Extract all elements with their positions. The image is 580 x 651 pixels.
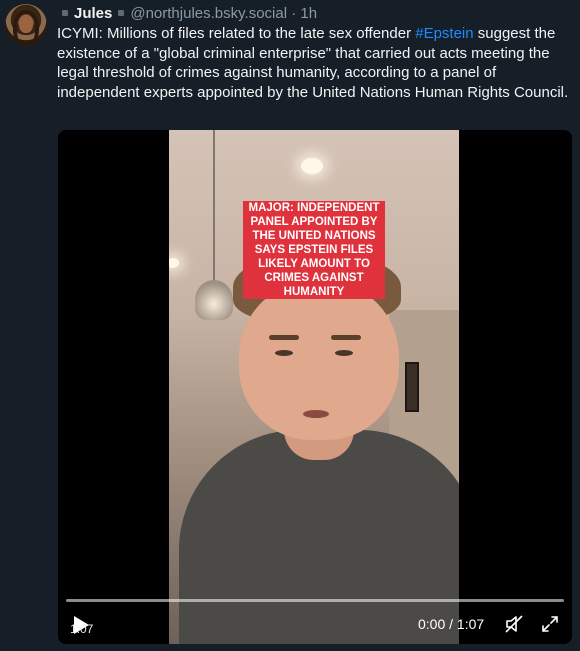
ceiling-light <box>301 158 323 174</box>
person-shirt <box>179 430 459 644</box>
muted-speaker-icon <box>505 615 523 633</box>
video-player[interactable]: MAJOR: INDEPENDENT PANEL APPOINTED BY TH… <box>58 130 572 644</box>
duration-overlay: 1:07 <box>70 622 94 636</box>
video-caption: MAJOR: INDEPENDENT PANEL APPOINTED BY TH… <box>243 201 385 299</box>
wall-picture <box>405 362 419 412</box>
separator: · <box>291 4 297 22</box>
progress-bar[interactable] <box>66 599 564 602</box>
fullscreen-icon <box>542 616 558 632</box>
mouth <box>303 410 329 418</box>
pendant-lamp <box>195 280 233 320</box>
brow <box>269 335 299 340</box>
brow <box>331 335 361 340</box>
post-time: 1h <box>300 4 318 22</box>
avatar-face <box>19 15 33 33</box>
eye <box>275 350 293 356</box>
ceiling-light <box>169 258 179 268</box>
author-name[interactable]: Jules <box>74 5 112 22</box>
mute-button[interactable] <box>504 614 524 634</box>
avatar[interactable] <box>5 4 47 46</box>
fullscreen-button[interactable] <box>540 614 560 634</box>
bullet-icon <box>118 10 125 16</box>
time-display: 0:00 / 1:07 <box>418 616 485 632</box>
author-handle[interactable]: @northjules.bsky.social · 1h <box>130 5 317 22</box>
eye <box>335 350 353 356</box>
bullet-icon <box>62 10 68 16</box>
post-meta: Jules @northjules.bsky.social · 1h <box>62 4 317 22</box>
lamp-cord <box>213 130 215 290</box>
handle-text: @northjules.bsky.social <box>130 4 288 22</box>
post-text: ICYMI: Millions of files related to the … <box>57 24 577 102</box>
hashtag-link[interactable]: #Epstein <box>415 25 473 42</box>
post-text-part: ICYMI: Millions of files related to the … <box>57 25 416 42</box>
